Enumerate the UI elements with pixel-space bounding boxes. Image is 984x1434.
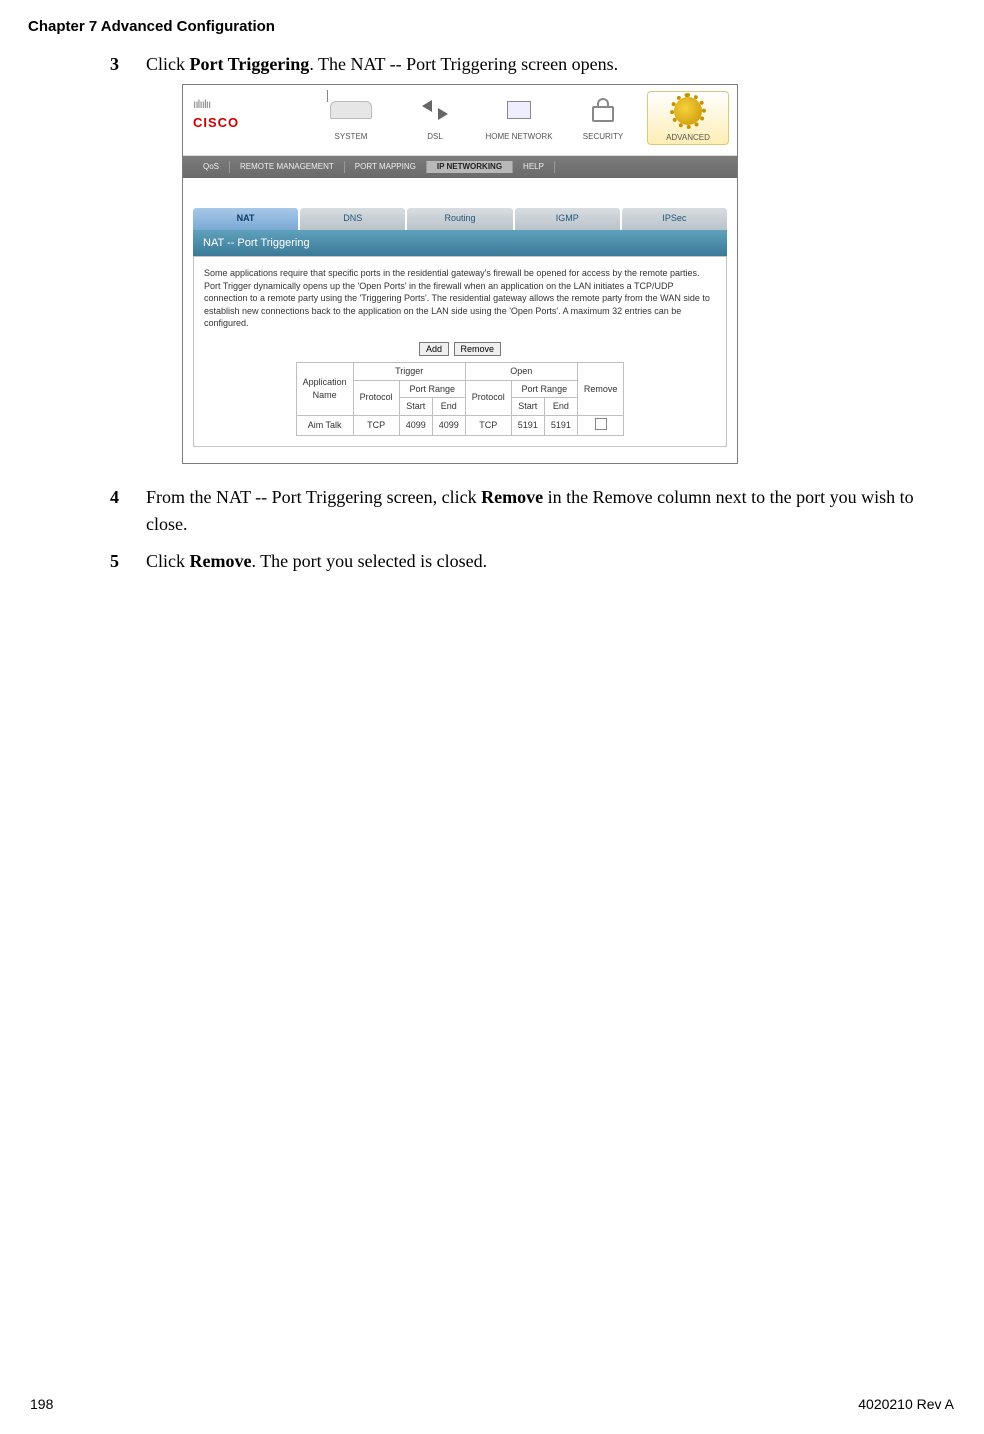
panel-body: Some applications require that specific … (193, 256, 727, 447)
col-open-end: End (544, 398, 577, 416)
text: . The NAT -- Port Triggering screen open… (309, 54, 618, 74)
step-5: 5 Click Remove. The port you selected is… (110, 548, 934, 575)
cell-app-name: Aim Talk (296, 415, 353, 436)
subnav-help[interactable]: HELP (513, 161, 555, 173)
tab-routing[interactable]: Routing (407, 208, 512, 230)
cell-trigger-start: 4099 (399, 415, 432, 436)
col-trigger-protocol: Protocol (353, 380, 399, 415)
gear-icon (674, 97, 702, 125)
step-number: 4 (110, 484, 146, 538)
panel-title: NAT -- Port Triggering (193, 230, 727, 257)
cell-open-start: 5191 (511, 415, 544, 436)
col-trigger-end: End (432, 398, 465, 416)
cell-trigger-end: 4099 (432, 415, 465, 436)
label: DSL (427, 132, 443, 141)
page-number: 198 (30, 1396, 53, 1412)
label: Name (313, 390, 337, 400)
bold-term: Remove (481, 487, 543, 507)
arrows-icon (422, 100, 448, 120)
subnav-remote-management[interactable]: REMOTE MANAGEMENT (230, 161, 345, 173)
subnav-ip-networking[interactable]: IP NETWORKING (427, 161, 513, 173)
main-category-nav: SYSTEM DSL HOME NETWORK SECURITY ADVANCE… (183, 85, 737, 145)
text: Click (146, 54, 190, 74)
embedded-screenshot: ıılıılıı CISCO SYSTEM DSL HOME NETWORK S… (182, 84, 738, 464)
page-header: Chapter 7 Advanced Configuration (0, 0, 984, 35)
subnav-qos[interactable]: QoS (193, 161, 230, 173)
text: . The port you selected is closed. (251, 551, 487, 571)
col-trigger-start: Start (399, 398, 432, 416)
sub-tab-row: NAT DNS Routing IGMP IPSec (193, 208, 727, 230)
add-button[interactable]: Add (419, 342, 449, 356)
cell-trigger-proto: TCP (353, 415, 399, 436)
col-open-portrange: Port Range (511, 380, 577, 398)
ui-top-bar: ıılıılıı CISCO SYSTEM DSL HOME NETWORK S… (183, 85, 737, 156)
doc-id: 4020210 Rev A (858, 1396, 954, 1412)
logo-bars-icon: ıılıılıı (193, 95, 239, 113)
col-trigger: Trigger (353, 362, 465, 380)
port-trigger-table: ApplicationName Trigger Open Remove Prot… (296, 362, 625, 436)
text: From the NAT -- Port Triggering screen, … (146, 487, 481, 507)
col-application: Application Name (296, 362, 353, 415)
step-number: 5 (110, 548, 146, 575)
step-text: Click Port Triggering. The NAT -- Port T… (146, 51, 934, 474)
cell-open-end: 5191 (544, 415, 577, 436)
button-row: Add Remove (204, 342, 716, 356)
subnav-port-mapping[interactable]: PORT MAPPING (345, 161, 427, 173)
panel-description: Some applications require that specific … (204, 267, 716, 330)
label: SYSTEM (335, 132, 368, 141)
router-icon (330, 101, 372, 119)
col-open: Open (465, 362, 577, 380)
cat-security[interactable]: SECURITY (563, 91, 643, 145)
table-header-row: ApplicationName Trigger Open Remove (296, 362, 624, 380)
text: Click (146, 551, 190, 571)
checkbox-icon[interactable] (595, 418, 607, 430)
logo-text: CISCO (193, 113, 239, 133)
bold-term: Port Triggering (190, 54, 310, 74)
label: ADVANCED (666, 133, 710, 142)
step-4: 4 From the NAT -- Port Triggering screen… (110, 484, 934, 538)
label: HOME NETWORK (485, 132, 552, 141)
cat-dsl[interactable]: DSL (395, 91, 475, 145)
col-open-start: Start (511, 398, 544, 416)
step-text: Click Remove. The port you selected is c… (146, 548, 934, 575)
step-text: From the NAT -- Port Triggering screen, … (146, 484, 934, 538)
content-area: 3 Click Port Triggering. The NAT -- Port… (0, 35, 984, 575)
step-3: 3 Click Port Triggering. The NAT -- Port… (110, 51, 934, 474)
lock-icon (592, 106, 614, 122)
cell-open-proto: TCP (465, 415, 511, 436)
cisco-logo: ıılıılıı CISCO (193, 95, 239, 133)
tab-igmp[interactable]: IGMP (515, 208, 620, 230)
cell-remove-checkbox[interactable] (577, 415, 624, 436)
tab-nat[interactable]: NAT (193, 208, 298, 230)
tab-dns[interactable]: DNS (300, 208, 405, 230)
label: Application (303, 377, 347, 387)
col-open-protocol: Protocol (465, 380, 511, 415)
bold-term: Remove (190, 551, 252, 571)
cat-home-network[interactable]: HOME NETWORK (479, 91, 559, 145)
tab-ipsec[interactable]: IPSec (622, 208, 727, 230)
cat-system[interactable]: SYSTEM (311, 91, 391, 145)
sub-nav-bar: QoS REMOTE MANAGEMENT PORT MAPPING IP NE… (183, 156, 737, 178)
page-footer: 198 4020210 Rev A (0, 1396, 984, 1412)
step-number: 3 (110, 51, 146, 474)
cat-advanced[interactable]: ADVANCED (647, 91, 729, 145)
table-row: Aim Talk TCP 4099 4099 TCP 5191 5191 (296, 415, 624, 436)
col-remove: Remove (577, 362, 624, 415)
monitor-icon (507, 101, 531, 119)
col-trigger-portrange: Port Range (399, 380, 465, 398)
label: SECURITY (583, 132, 623, 141)
remove-button[interactable]: Remove (454, 342, 502, 356)
